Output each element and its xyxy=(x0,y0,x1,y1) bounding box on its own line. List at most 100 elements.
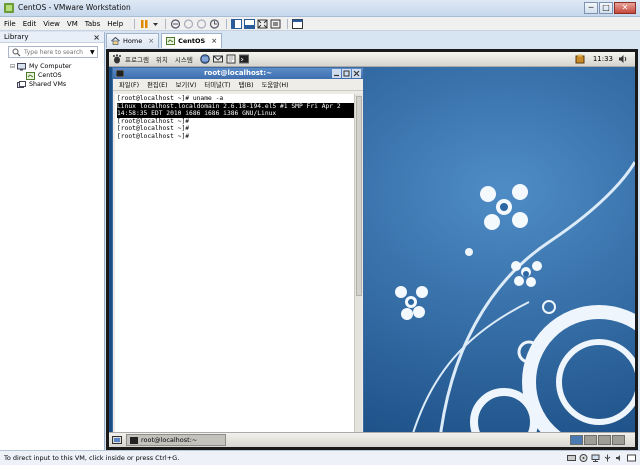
tab-centos[interactable]: CentOS × xyxy=(161,33,223,48)
terminal-menu-help[interactable]: 도움말(H) xyxy=(262,80,289,89)
snapshot-manager-icon[interactable] xyxy=(209,18,220,29)
terminal-line: [root@localhost ~]# xyxy=(117,132,190,140)
panel-tray: 11:33 xyxy=(575,54,631,64)
browser-launcher-icon[interactable] xyxy=(200,54,210,64)
power-dropdown-icon[interactable] xyxy=(152,19,159,29)
menu-tabs[interactable]: Tabs xyxy=(85,20,101,28)
show-library-icon[interactable] xyxy=(231,18,243,29)
library-tree: ⊟ My Computer CentOS Shared VMs xyxy=(0,62,104,89)
panel-clock[interactable]: 11:33 xyxy=(593,55,613,63)
cd-rom-icon[interactable] xyxy=(579,454,588,462)
library-title: Library xyxy=(4,33,29,41)
terminal-minimize-button[interactable] xyxy=(332,69,341,78)
tree-expander-icon[interactable]: ⊟ xyxy=(10,63,17,70)
show-desktop-icon[interactable] xyxy=(112,435,122,445)
taskbar-terminal-button[interactable]: root@localhost:~ xyxy=(126,434,226,446)
workspace-4[interactable] xyxy=(612,435,625,445)
window-title: CentOS - VMware Workstation xyxy=(18,3,131,12)
terminal-menu-view[interactable]: 보기(V) xyxy=(176,80,197,89)
status-bar: To direct input to this VM, click inside… xyxy=(0,450,640,465)
library-close-button[interactable]: × xyxy=(93,33,100,42)
minimize-button[interactable]: ─ xyxy=(584,2,598,14)
gnome-top-panel: 프로그램 위치 시스템 11:33 xyxy=(109,52,635,67)
close-icon xyxy=(353,70,360,77)
workspace-2[interactable] xyxy=(584,435,597,445)
gnome-menu-places[interactable]: 위치 xyxy=(156,54,168,64)
library-panel: Library × ▼ ⊟ My Computer CentOS Shared xyxy=(0,32,105,450)
tab-label: Home xyxy=(123,37,143,45)
sound-icon[interactable] xyxy=(615,454,624,462)
terminal-line-selected: 14:58:35 EDT 2010 i686 i686 i386 GNU/Lin… xyxy=(117,110,355,118)
notes-launcher-icon[interactable] xyxy=(226,54,236,64)
scrollbar-thumb[interactable] xyxy=(356,96,362,296)
maximize-button[interactable]: □ xyxy=(599,2,613,14)
snapshot-icon[interactable] xyxy=(183,18,194,29)
terminal-line: [root@localhost ~]# xyxy=(117,117,190,125)
tab-label: CentOS xyxy=(178,37,206,45)
workspace-3[interactable] xyxy=(598,435,611,445)
menu-help[interactable]: Help xyxy=(107,20,123,28)
tab-close-icon[interactable]: × xyxy=(148,37,154,45)
terminal-menu-bar: 파일(F) 편집(E) 보기(V) 터미널(T) 탭(B) 도움말(H) xyxy=(113,79,363,91)
terminal-menu-tabs[interactable]: 탭(B) xyxy=(239,80,254,89)
send-ctrl-alt-del-icon[interactable] xyxy=(170,18,181,29)
device-icons xyxy=(564,454,636,462)
gnome-bottom-panel: root@localhost:~ xyxy=(109,432,635,447)
guest-desktop[interactable]: 프로그램 위치 시스템 11:33 root@localhost:~ 파일(F)… xyxy=(109,52,635,447)
vm-tabs: Home × CentOS × xyxy=(106,33,224,49)
terminal-maximize-button[interactable] xyxy=(342,69,351,78)
vmware-app-icon xyxy=(4,3,14,13)
library-search[interactable]: ▼ xyxy=(8,46,98,58)
menu-bar: File Edit View VM Tabs Help xyxy=(0,17,640,31)
thumbnail-bar-icon[interactable] xyxy=(244,18,256,29)
maximize-icon xyxy=(343,70,350,77)
terminal-line-selected: Linux localhost.localdomain 2.6.18-194.e… xyxy=(117,102,355,110)
terminal-scrollbar[interactable] xyxy=(354,94,362,434)
usb-icon[interactable] xyxy=(603,454,612,462)
gnome-menu-system[interactable]: 시스템 xyxy=(175,54,193,64)
menu-vm[interactable]: VM xyxy=(67,20,78,28)
volume-icon[interactable] xyxy=(618,54,628,64)
tab-close-icon[interactable]: × xyxy=(211,37,217,45)
terminal-output[interactable]: [root@localhost ~]# uname -a Linux local… xyxy=(115,94,355,434)
hard-disk-icon[interactable] xyxy=(567,454,576,462)
unity-icon[interactable] xyxy=(270,19,281,29)
computer-icon xyxy=(17,62,26,70)
console-view-icon[interactable] xyxy=(292,18,304,29)
revert-snapshot-icon[interactable] xyxy=(196,18,207,29)
terminal-menu-file[interactable]: 파일(F) xyxy=(119,80,139,89)
menu-view[interactable]: View xyxy=(43,20,60,28)
mail-launcher-icon[interactable] xyxy=(212,54,223,64)
terminal-titlebar[interactable]: root@localhost:~ xyxy=(113,68,363,79)
workspace-1[interactable] xyxy=(570,435,583,445)
vm-icon xyxy=(26,71,35,80)
pause-icon[interactable] xyxy=(139,19,150,29)
search-dropdown-icon[interactable]: ▼ xyxy=(90,49,95,56)
terminal-close-button[interactable] xyxy=(352,69,361,78)
gnome-menu-applications[interactable]: 프로그램 xyxy=(125,54,149,64)
taskbar-label: root@localhost:~ xyxy=(141,436,198,444)
status-message: To direct input to this VM, click inside… xyxy=(4,454,180,462)
tree-item-label: CentOS xyxy=(38,72,62,79)
terminal-window[interactable]: root@localhost:~ 파일(F) 편집(E) 보기(V) 터미널(T… xyxy=(112,67,364,436)
update-notifier-icon[interactable] xyxy=(575,54,585,64)
terminal-menu-terminal[interactable]: 터미널(T) xyxy=(204,80,230,89)
menu-file[interactable]: File xyxy=(4,20,16,28)
terminal-title: root@localhost:~ xyxy=(204,69,272,77)
message-icon[interactable] xyxy=(627,454,636,462)
toolbar-separator xyxy=(165,18,167,29)
tree-item-my-computer[interactable]: ⊟ My Computer xyxy=(10,62,104,71)
terminal-menu-edit[interactable]: 편집(E) xyxy=(147,80,167,89)
menu-edit[interactable]: Edit xyxy=(23,20,37,28)
network-icon[interactable] xyxy=(591,454,600,462)
close-button[interactable]: ✕ xyxy=(614,2,636,14)
search-input[interactable] xyxy=(24,48,88,56)
minimize-icon xyxy=(334,74,339,77)
tree-item-centos[interactable]: CentOS xyxy=(10,71,104,80)
home-icon xyxy=(111,37,120,45)
tree-item-shared-vms[interactable]: Shared VMs xyxy=(10,80,104,89)
fullscreen-icon[interactable] xyxy=(257,19,268,29)
terminal-launcher-icon[interactable] xyxy=(238,54,249,64)
tab-home[interactable]: Home × xyxy=(106,33,160,48)
vm-console[interactable]: 프로그램 위치 시스템 11:33 root@localhost:~ 파일(F)… xyxy=(106,49,638,450)
